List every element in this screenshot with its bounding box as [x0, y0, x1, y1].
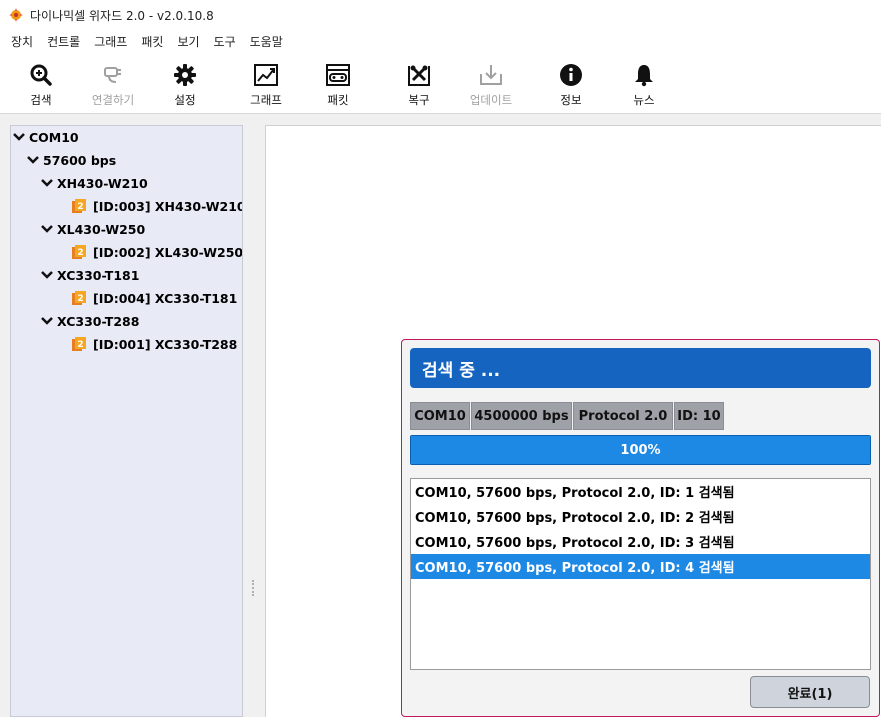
- menu-tools[interactable]: 도구: [207, 33, 243, 50]
- svg-text:2: 2: [77, 248, 83, 258]
- chevron-down-icon: [27, 156, 39, 164]
- status-protocol: Protocol 2.0: [573, 402, 673, 430]
- search-icon: [30, 64, 52, 86]
- svg-text:2: 2: [77, 340, 83, 350]
- menu-bar: 장치 컨트롤 그래프 패킷 보기 도구 도움말: [0, 30, 881, 52]
- tree-port-node[interactable]: COM10: [13, 127, 79, 147]
- tree-model-node[interactable]: XC330-T288: [41, 311, 139, 331]
- plug-icon: [104, 67, 121, 83]
- scan-dialog: 검색 중 ... COM10 4500000 bps Protocol 2.0 …: [401, 339, 880, 717]
- status-baud: 4500000 bps: [471, 402, 572, 430]
- tree-device-node[interactable]: 2 [ID:002] XL430-W250: [71, 242, 242, 262]
- protocol2-device-icon: 2: [72, 291, 86, 305]
- tree-device-node[interactable]: 2 [ID:003] XH430-W210: [71, 196, 242, 216]
- list-item[interactable]: COM10, 57600 bps, Protocol 2.0, ID: 4 검색…: [411, 554, 870, 579]
- status-id: ID: 10: [674, 402, 724, 430]
- chevron-down-icon: [41, 271, 53, 279]
- tree-device-node[interactable]: 2 [ID:001] XC330-T288: [71, 334, 237, 354]
- tree-model-node[interactable]: XH430-W210: [41, 173, 148, 193]
- news-button[interactable]: 뉴스: [608, 62, 680, 108]
- scan-button[interactable]: 검색: [5, 62, 77, 108]
- dialog-title: 검색 중 ...: [410, 348, 871, 388]
- svg-text:2: 2: [77, 202, 83, 212]
- chevron-down-icon: [41, 225, 53, 233]
- tree-model-node[interactable]: XL430-W250: [41, 219, 145, 239]
- tree-baud-node[interactable]: 57600 bps: [27, 150, 116, 170]
- info-button[interactable]: 정보: [535, 62, 607, 108]
- menu-device[interactable]: 장치: [4, 33, 40, 50]
- app-logo-icon: [9, 8, 23, 22]
- protocol2-device-icon: 2: [72, 337, 86, 351]
- connect-button[interactable]: 연결하기: [77, 62, 149, 108]
- gear-icon: [174, 64, 196, 86]
- tree-model-node[interactable]: XC330-T181: [41, 265, 139, 285]
- graph-button[interactable]: 그래프: [230, 62, 302, 108]
- window-title: 다이나믹셀 위자드 2.0 - v2.0.10.8: [30, 8, 214, 23]
- scan-progress-bar: 100%: [410, 435, 871, 465]
- bell-icon: [635, 65, 653, 87]
- chevron-down-icon: [13, 133, 25, 141]
- device-tree: COM10 57600 bps XH430-W210 2 [ID:003] XH…: [10, 125, 243, 717]
- settings-button[interactable]: 설정: [149, 62, 221, 108]
- protocol2-device-icon: 2: [72, 245, 86, 259]
- menu-help[interactable]: 도움말: [243, 33, 290, 50]
- done-button[interactable]: 완료(1): [750, 676, 870, 708]
- menu-packet[interactable]: 패킷: [134, 33, 170, 50]
- scan-log-list[interactable]: COM10, 57600 bps, Protocol 2.0, ID: 1 검색…: [410, 478, 871, 670]
- title-bar: 다이나믹셀 위자드 2.0 - v2.0.10.8: [0, 0, 881, 30]
- menu-graph[interactable]: 그래프: [87, 33, 134, 50]
- list-item[interactable]: COM10, 57600 bps, Protocol 2.0, ID: 2 검색…: [411, 504, 870, 529]
- packet-button[interactable]: 패킷: [302, 62, 374, 108]
- tools-icon: [408, 65, 430, 86]
- status-port: COM10: [410, 402, 470, 430]
- packet-icon: [326, 64, 350, 86]
- toolbar: 검색 연결하기 설정 그래프 패킷 복구 업데이트 정보 뉴스: [0, 52, 881, 114]
- list-item[interactable]: COM10, 57600 bps, Protocol 2.0, ID: 1 검색…: [411, 479, 870, 504]
- tree-device-node[interactable]: 2 [ID:004] XC330-T181: [71, 288, 237, 308]
- progress-label: 100%: [620, 442, 661, 458]
- list-item[interactable]: COM10, 57600 bps, Protocol 2.0, ID: 3 검색…: [411, 529, 870, 554]
- download-icon: [480, 65, 502, 85]
- menu-control[interactable]: 컨트롤: [40, 33, 87, 50]
- chevron-down-icon: [41, 179, 53, 187]
- graph-icon: [254, 64, 278, 86]
- info-icon: [560, 64, 582, 86]
- update-button[interactable]: 업데이트: [455, 62, 527, 108]
- svg-text:2: 2: [77, 294, 83, 304]
- menu-view[interactable]: 보기: [170, 33, 206, 50]
- splitter-grip: [252, 580, 254, 596]
- recovery-button[interactable]: 복구: [383, 62, 455, 108]
- panel-splitter[interactable]: [243, 125, 265, 717]
- protocol2-device-icon: 2: [72, 199, 86, 213]
- chevron-down-icon: [41, 317, 53, 325]
